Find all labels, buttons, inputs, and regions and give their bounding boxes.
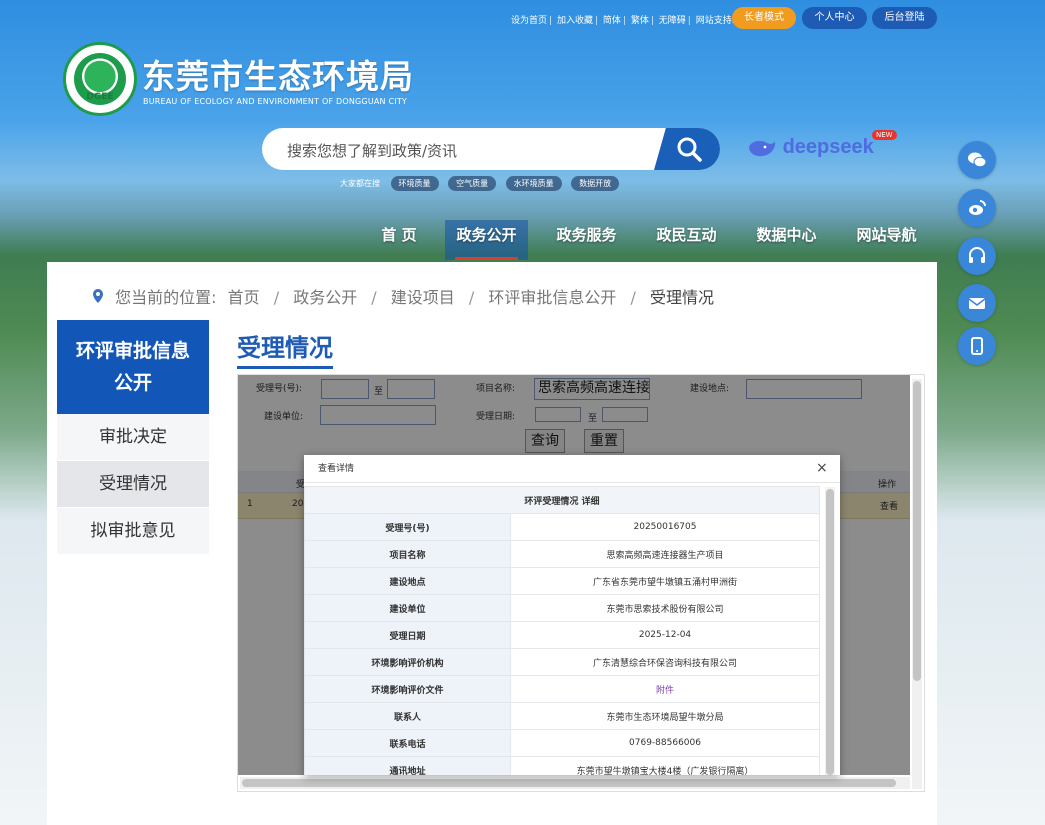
- table-row: 环境影响评价文件 附件: [304, 675, 820, 703]
- personal-center-button[interactable]: 个人中心: [802, 7, 867, 29]
- table-row: 联系电话 0769-88566006: [304, 729, 820, 757]
- main-nav: 首 页 政务公开 政务服务 政民互动 数据中心 网站导航: [0, 220, 1045, 260]
- nav-gov-services[interactable]: 政务服务: [545, 220, 628, 260]
- service-button[interactable]: [958, 237, 996, 275]
- search-bar: 搜索您想了解到政策/资讯: [262, 128, 720, 170]
- nav-data-center[interactable]: 数据中心: [745, 220, 828, 260]
- hot-tag-env-quality[interactable]: 环境质量: [390, 176, 439, 191]
- deepseek-label: deepseek: [782, 136, 874, 158]
- page-title: 受理情况: [237, 328, 333, 369]
- traditional-link[interactable]: 繁体: [631, 16, 649, 26]
- site-logo[interactable]: DGEE: [63, 42, 137, 116]
- site-subtitle: BUREAU OF ECOLOGY AND ENVIRONMENT OF DON…: [143, 97, 408, 106]
- breadcrumb-prefix: 您当前的位置:: [115, 288, 217, 307]
- new-badge: NEW: [872, 130, 897, 140]
- hot-tag-open-data[interactable]: 数据开放: [571, 176, 620, 191]
- search-button[interactable]: [654, 128, 720, 170]
- table-row: 建设单位 东莞市思索技术股份有限公司: [304, 594, 820, 622]
- side-nav-proposed-approval[interactable]: 拟审批意见: [57, 508, 209, 555]
- search-input[interactable]: 搜索您想了解到政策/资讯: [287, 140, 457, 161]
- breadcrumb-current: 受理情况: [649, 288, 714, 307]
- nav-gov-affairs[interactable]: 政务公开: [445, 220, 528, 260]
- breadcrumb: 您当前的位置: 首页 / 政务公开 / 建设项目 / 环评审批信息公开 / 受理…: [92, 284, 714, 308]
- hot-search-label: 大家都在搜: [340, 179, 380, 188]
- attachment-link[interactable]: 附件: [510, 675, 820, 703]
- breadcrumb-eia[interactable]: 环评审批信息公开: [488, 288, 616, 307]
- simplified-link[interactable]: 简体: [603, 16, 621, 26]
- nav-interaction[interactable]: 政民互动: [645, 220, 728, 260]
- detail-modal: 查看详情 × 环评受理情况 详细 受理号(号) 20250016705 项目名称思…: [304, 455, 840, 775]
- table-row: 联系人 东莞市生态环境局望牛墩分局: [304, 702, 820, 730]
- hot-tag-air-quality[interactable]: 空气质量: [448, 176, 497, 191]
- weibo-icon: [969, 200, 986, 215]
- table-row: 环境影响评价机构 广东清慧综合环保咨询科技有限公司: [304, 648, 820, 676]
- side-nav-acceptance[interactable]: 受理情况: [57, 461, 209, 508]
- side-nav-approval-decision[interactable]: 审批决定: [57, 414, 209, 461]
- breadcrumb-construction[interactable]: 建设项目: [391, 288, 455, 307]
- wechat-icon: [968, 152, 987, 168]
- hot-tag-water-quality[interactable]: 水环境质量: [505, 176, 562, 191]
- table-row: 通讯地址 东莞市望牛墩镇宝大楼4楼（广发银行隔离）: [304, 756, 820, 775]
- location-pin-icon: [93, 289, 103, 303]
- nav-site-map[interactable]: 网站导航: [845, 220, 928, 260]
- table-row: 项目名称 思索高频高速连接器生产项目: [304, 540, 820, 568]
- wechat-button[interactable]: [958, 141, 996, 179]
- whale-icon: [749, 140, 776, 156]
- side-nav-title: 环评审批信息 公开: [57, 320, 209, 414]
- modal-scrollbar[interactable]: [825, 487, 835, 775]
- close-icon[interactable]: ×: [816, 460, 828, 476]
- logo-abbr: DGEE: [86, 92, 114, 102]
- modal-body: 环评受理情况 详细 受理号(号) 20250016705 项目名称 思索高频高速连接…: [304, 483, 822, 775]
- site-title: 东莞市生态环境局: [142, 57, 414, 96]
- nav-home[interactable]: 首 页: [365, 220, 433, 260]
- deepseek-link[interactable]: deepseek: [747, 136, 874, 162]
- frame-horizontal-scrollbar[interactable]: [240, 777, 910, 789]
- breadcrumb-home[interactable]: 首页: [228, 288, 260, 307]
- breadcrumb-gov-affairs[interactable]: 政务公开: [293, 288, 357, 307]
- set-home-link[interactable]: 设为首页: [511, 16, 547, 26]
- hot-search: 大家都在搜 环境质量 空气质量 水环境质量 数据开放: [340, 176, 626, 191]
- side-nav: 环评审批信息 公开 审批决定 受理情况 拟审批意见: [57, 320, 209, 555]
- modal-title: 查看详情: [304, 455, 840, 483]
- accessible-link[interactable]: 无障碍: [659, 16, 686, 26]
- top-links: 设为首页 | 加入收藏 | 简体 | 繁体 | 无障碍 | 网站支持IPV6: [511, 16, 752, 26]
- table-row: 受理号(号) 20250016705: [304, 513, 820, 541]
- frame-vertical-scrollbar[interactable]: [912, 379, 922, 789]
- mail-icon: [968, 298, 986, 309]
- elder-mode-button[interactable]: 长者模式: [732, 7, 796, 29]
- mail-button[interactable]: [958, 284, 996, 322]
- detail-table: 环评受理情况 详细 受理号(号) 20250016705 项目名称 思索高频高速连接…: [304, 486, 820, 775]
- mobile-button[interactable]: [958, 327, 996, 365]
- weibo-button[interactable]: [958, 189, 996, 227]
- detail-caption: 环评受理情况 详细: [304, 486, 820, 514]
- table-row: 建设地点 广东省东莞市望牛墩镇五涌村甲洲街: [304, 567, 820, 595]
- headset-icon: [969, 247, 985, 263]
- mobile-icon: [971, 337, 983, 355]
- search-icon: [677, 137, 702, 162]
- table-row: 受理日期 2025-12-04: [304, 621, 820, 649]
- admin-login-button[interactable]: 后台登陆: [872, 7, 937, 29]
- add-favorite-link[interactable]: 加入收藏: [557, 16, 593, 26]
